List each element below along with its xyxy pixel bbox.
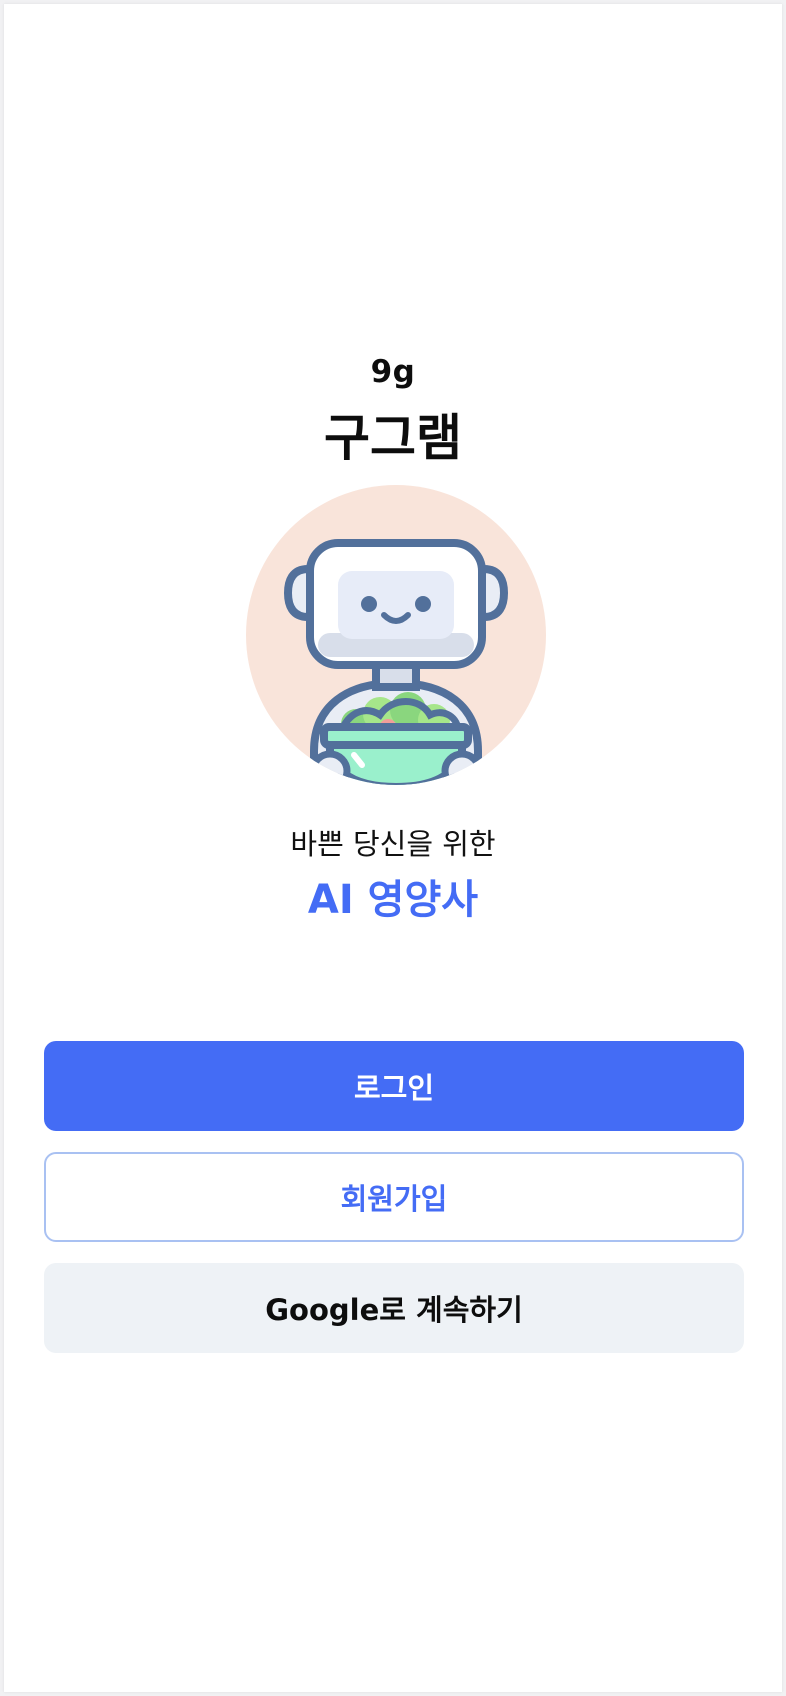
mascot-illustration bbox=[244, 483, 548, 787]
app-name: 구그램 bbox=[324, 409, 462, 467]
robot-with-salad-bowl-icon bbox=[246, 485, 546, 785]
login-screen: 9g 구그램 바쁜 당신을 위한 AI 영양사 로그인 회원가입 Google로… bbox=[4, 4, 782, 1692]
tagline: 바쁜 당신을 위한 bbox=[290, 827, 496, 861]
login-button-label: 로그인 bbox=[353, 1071, 435, 1105]
app-logo-text: 9g bbox=[370, 354, 416, 390]
google-continue-button-label: Google로 계속하기 bbox=[265, 1293, 523, 1327]
signup-button-label: 회원가입 bbox=[340, 1182, 448, 1216]
headline-ai-nutritionist: AI 영양사 bbox=[307, 877, 479, 923]
signup-button[interactable]: 회원가입 bbox=[44, 1152, 744, 1242]
google-continue-button[interactable]: Google로 계속하기 bbox=[44, 1263, 744, 1353]
login-button[interactable]: 로그인 bbox=[44, 1041, 744, 1131]
